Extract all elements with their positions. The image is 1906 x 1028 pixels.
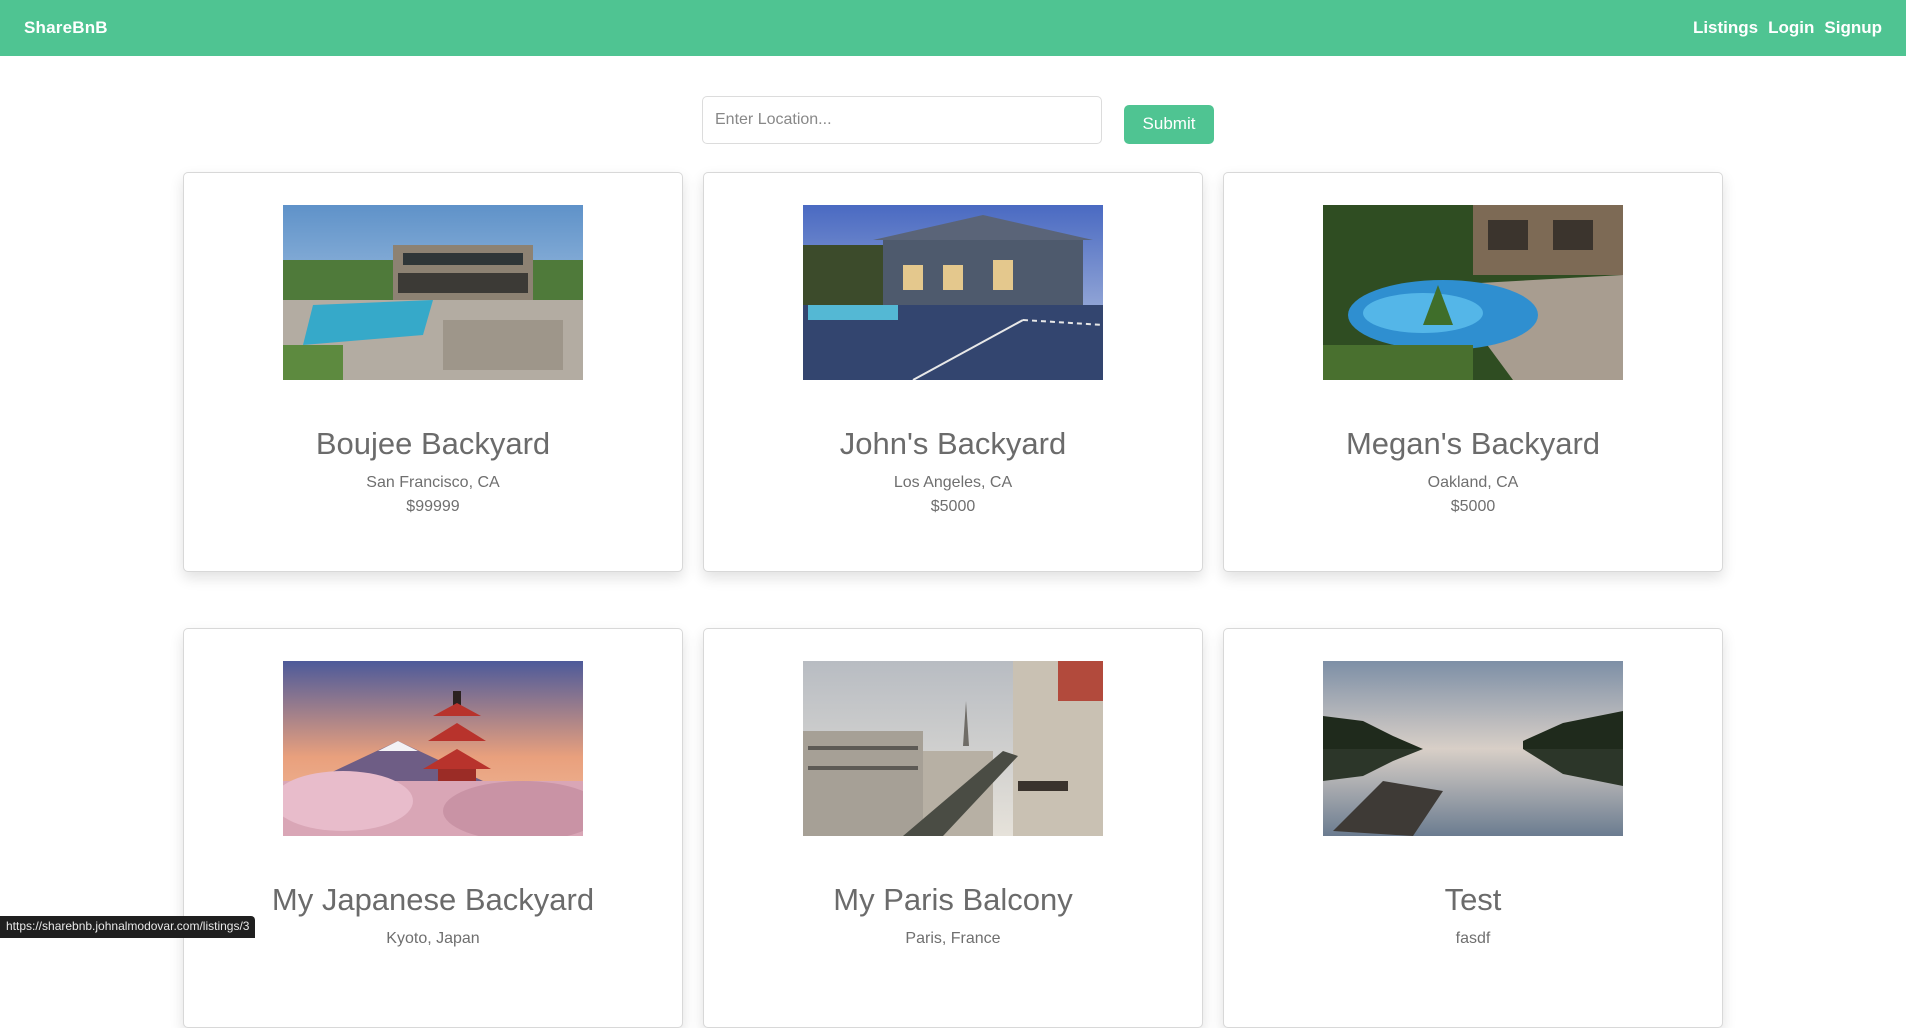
listings-grid: Boujee Backyard San Francisco, CA $99999… (183, 172, 1723, 1028)
backyard-lagoon-pool-photo (1323, 205, 1623, 380)
listing-title: Test (1444, 882, 1502, 917)
location-search-input[interactable] (702, 96, 1102, 144)
listing-card[interactable]: John's Backyard Los Angeles, CA $5000 (703, 172, 1203, 572)
listing-title: John's Backyard (839, 426, 1067, 461)
listing-title: Boujee Backyard (315, 426, 551, 461)
backyard-basketball-court-photo (803, 205, 1103, 380)
japanese-pagoda-photo (283, 661, 583, 836)
listing-location: Los Angeles, CA (893, 474, 1013, 491)
paris-balcony-photo (803, 661, 1103, 836)
listing-price: $5000 (1450, 498, 1496, 515)
nav-link-listings[interactable]: Listings (1693, 18, 1758, 38)
listing-title: My Paris Balcony (833, 882, 1073, 917)
listing-location: Oakland, CA (1427, 474, 1519, 491)
listing-card[interactable]: Boujee Backyard San Francisco, CA $99999 (183, 172, 683, 572)
backyard-pool-house-photo (283, 205, 583, 380)
listing-title: My Japanese Backyard (271, 882, 595, 917)
listing-card[interactable]: Test fasdf (1223, 628, 1723, 1028)
listing-card[interactable]: My Japanese Backyard Kyoto, Japan (183, 628, 683, 1028)
listing-location: San Francisco, CA (366, 474, 500, 491)
listing-card[interactable]: My Paris Balcony Paris, France (703, 628, 1203, 1028)
listing-location: Paris, France (905, 930, 1001, 947)
nav-link-login[interactable]: Login (1768, 18, 1814, 38)
submit-button[interactable]: Submit (1124, 104, 1214, 144)
link-preview-statusbar: https://sharebnb.johnalmodovar.com/listi… (0, 916, 256, 938)
lake-dock-photo (1323, 661, 1623, 836)
listing-title: Megan's Backyard (1345, 426, 1601, 461)
listing-card[interactable]: Megan's Backyard Oakland, CA $5000 (1223, 172, 1723, 572)
listing-price: $5000 (930, 498, 976, 515)
listing-location: fasdf (1455, 930, 1491, 947)
navbar: ShareBnB Listings Login Signup (0, 0, 1906, 56)
listing-location: Kyoto, Japan (386, 930, 480, 947)
brand-logo-link[interactable]: ShareBnB (24, 18, 108, 38)
search-form: Submit (702, 96, 1214, 144)
listing-price: $99999 (406, 498, 460, 515)
nav-links: Listings Login Signup (1693, 18, 1882, 38)
nav-link-signup[interactable]: Signup (1824, 18, 1882, 38)
